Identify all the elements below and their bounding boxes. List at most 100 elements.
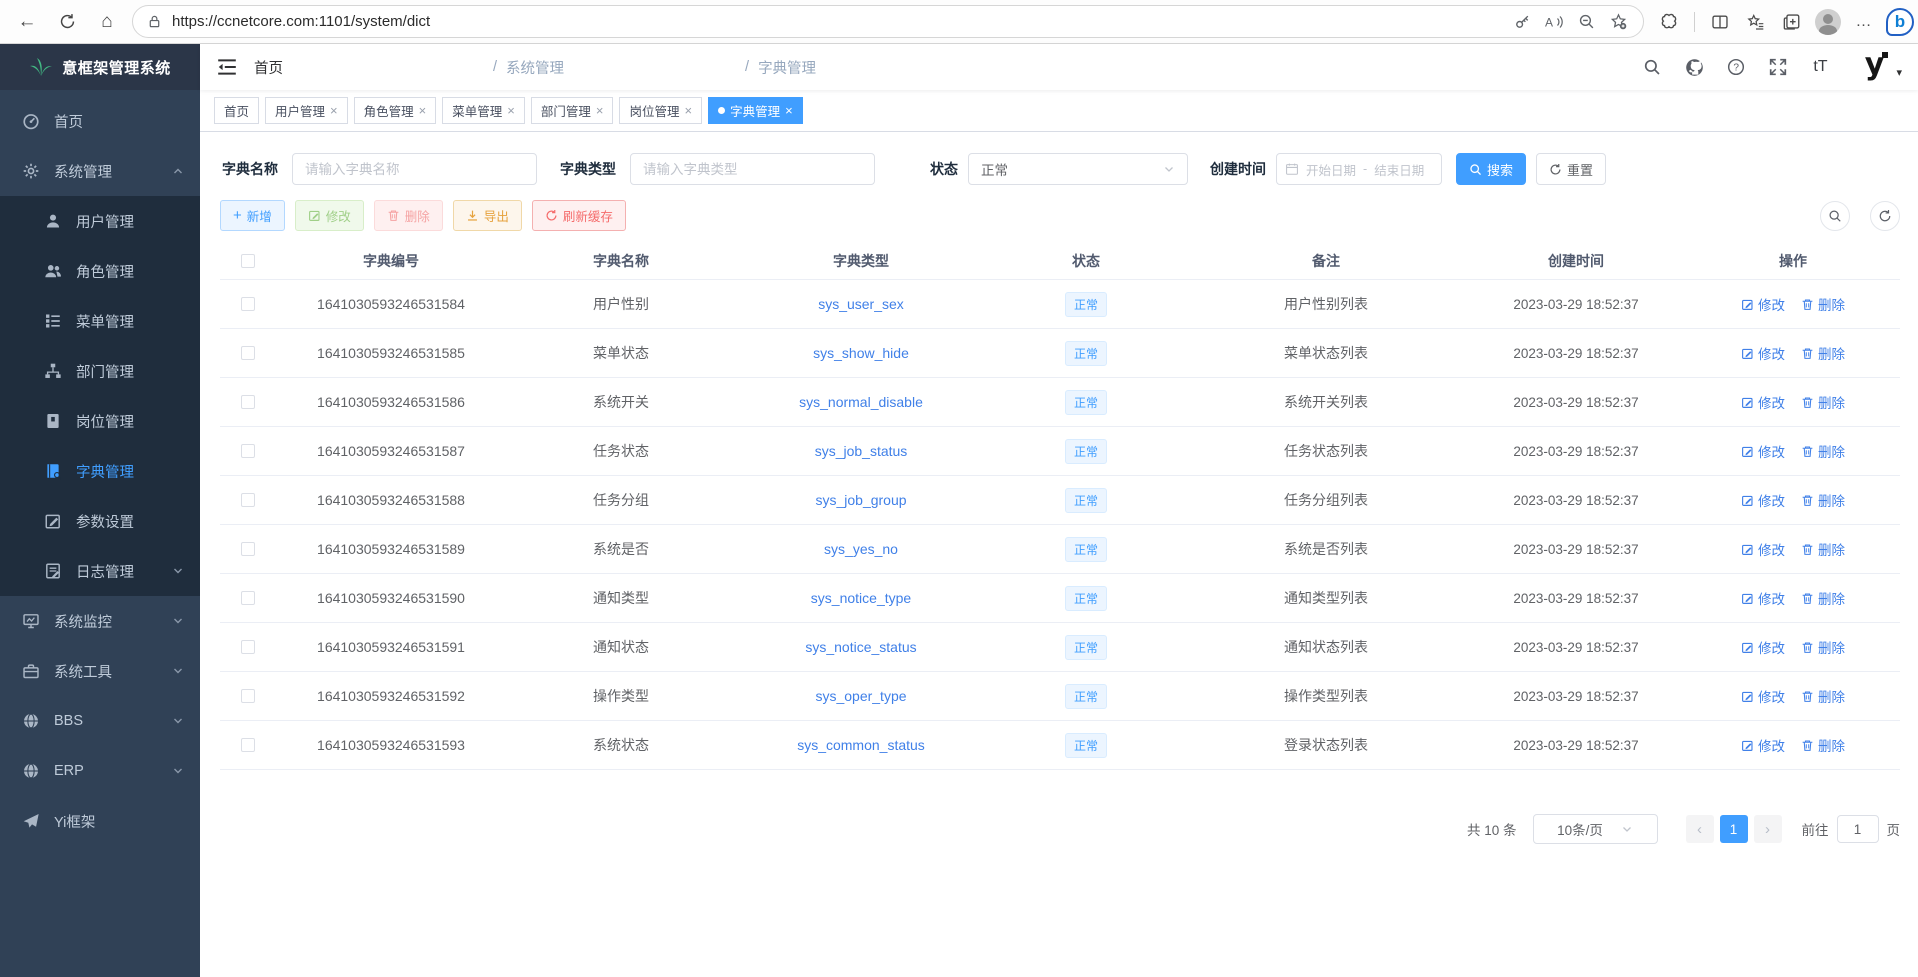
row-edit-link[interactable]: 修改 xyxy=(1741,441,1785,461)
close-icon[interactable]: × xyxy=(596,104,604,117)
start-date-placeholder[interactable]: 开始日期 xyxy=(1306,160,1356,179)
user-menu[interactable]: y ▾ xyxy=(1857,50,1902,84)
tab-dept-management[interactable]: 部门管理 × xyxy=(531,97,614,124)
fullscreen-button[interactable] xyxy=(1767,56,1789,78)
edit-button[interactable]: 修改 xyxy=(295,200,364,231)
row-checkbox[interactable] xyxy=(241,591,255,605)
sidebar-item-bbs[interactable]: BBS xyxy=(0,696,200,746)
sidebar-item-param-settings[interactable]: 参数设置 xyxy=(0,496,200,546)
sidebar-item-role-management[interactable]: 角色管理 xyxy=(0,246,200,296)
split-screen-icon[interactable] xyxy=(1705,5,1735,39)
export-button[interactable]: 导出 xyxy=(453,200,522,231)
dict-type-link[interactable]: sys_job_status xyxy=(815,443,908,459)
tab-role-management[interactable]: 角色管理 × xyxy=(354,97,437,124)
goto-page-input[interactable] xyxy=(1837,815,1879,843)
row-delete-link[interactable]: 删除 xyxy=(1801,637,1845,657)
toggle-search-button[interactable] xyxy=(1820,201,1850,231)
address-bar[interactable]: https://ccnetcore.com:1101/system/dict A xyxy=(132,5,1644,38)
status-select[interactable]: 正常 xyxy=(968,153,1188,185)
select-all-checkbox[interactable] xyxy=(241,254,255,268)
reset-button[interactable]: 重置 xyxy=(1536,153,1606,185)
dict-type-link[interactable]: sys_common_status xyxy=(797,737,925,753)
read-aloud-icon[interactable]: A xyxy=(1543,11,1565,33)
dict-type-input[interactable] xyxy=(630,153,875,185)
row-edit-link[interactable]: 修改 xyxy=(1741,637,1785,657)
row-delete-link[interactable]: 删除 xyxy=(1801,490,1845,510)
zoom-out-icon[interactable] xyxy=(1575,11,1597,33)
breadcrumb-home[interactable]: 首页 xyxy=(254,57,484,78)
close-icon[interactable]: × xyxy=(507,104,515,117)
close-icon[interactable]: × xyxy=(684,104,692,117)
browser-home-button[interactable]: ⌂ xyxy=(90,5,124,39)
row-edit-link[interactable]: 修改 xyxy=(1741,539,1785,559)
tab-user-management[interactable]: 用户管理 × xyxy=(265,97,348,124)
dict-type-link[interactable]: sys_job_group xyxy=(815,492,906,508)
browser-essentials-icon[interactable] xyxy=(1654,5,1684,39)
sidebar-item-log-management[interactable]: 日志管理 xyxy=(0,546,200,596)
sidebar-item-dict-management[interactable]: 字典管理 xyxy=(0,446,200,496)
add-favorite-icon[interactable] xyxy=(1607,11,1629,33)
add-button[interactable]: + 新增 xyxy=(220,200,285,231)
sidebar-item-dept-management[interactable]: 部门管理 xyxy=(0,346,200,396)
row-checkbox[interactable] xyxy=(241,297,255,311)
github-link-button[interactable] xyxy=(1683,56,1705,78)
browser-profile-avatar[interactable] xyxy=(1813,5,1843,39)
dict-type-link[interactable]: sys_normal_disable xyxy=(799,394,923,410)
close-icon[interactable]: × xyxy=(785,104,793,117)
search-button[interactable]: 搜索 xyxy=(1456,153,1526,185)
dict-name-input[interactable] xyxy=(292,153,537,185)
url-text[interactable]: https://ccnetcore.com:1101/system/dict xyxy=(172,13,430,30)
tab-dict-management[interactable]: 字典管理 × xyxy=(708,97,803,124)
browser-refresh-button[interactable] xyxy=(50,5,84,39)
sidebar-item-system-monitor[interactable]: 系统监控 xyxy=(0,596,200,646)
row-delete-link[interactable]: 删除 xyxy=(1801,392,1845,412)
row-checkbox[interactable] xyxy=(241,640,255,654)
sidebar-item-post-management[interactable]: 岗位管理 xyxy=(0,396,200,446)
page-size-select[interactable]: 10条/页 xyxy=(1533,814,1658,844)
sidebar-item-system-tools[interactable]: 系统工具 xyxy=(0,646,200,696)
row-edit-link[interactable]: 修改 xyxy=(1741,294,1785,314)
dict-type-link[interactable]: sys_yes_no xyxy=(824,541,898,557)
dict-type-link[interactable]: sys_oper_type xyxy=(815,688,906,704)
browser-back-button[interactable]: ← xyxy=(10,5,44,39)
header-search-button[interactable] xyxy=(1641,56,1663,78)
row-delete-link[interactable]: 删除 xyxy=(1801,539,1845,559)
row-edit-link[interactable]: 修改 xyxy=(1741,686,1785,706)
row-checkbox[interactable] xyxy=(241,444,255,458)
refresh-table-button[interactable] xyxy=(1870,201,1900,231)
row-edit-link[interactable]: 修改 xyxy=(1741,392,1785,412)
delete-button[interactable]: 删除 xyxy=(374,200,443,231)
end-date-placeholder[interactable]: 结束日期 xyxy=(1374,160,1424,179)
dict-type-link[interactable]: sys_show_hide xyxy=(813,345,909,361)
next-page-button[interactable]: › xyxy=(1754,815,1782,843)
close-icon[interactable]: × xyxy=(419,104,427,117)
sidebar-item-menu-management[interactable]: 菜单管理 xyxy=(0,296,200,346)
row-checkbox[interactable] xyxy=(241,395,255,409)
browser-menu-button[interactable]: … xyxy=(1849,5,1879,39)
tab-post-management[interactable]: 岗位管理 × xyxy=(619,97,702,124)
refresh-cache-button[interactable]: 刷新缓存 xyxy=(532,200,626,231)
row-edit-link[interactable]: 修改 xyxy=(1741,735,1785,755)
row-checkbox[interactable] xyxy=(241,542,255,556)
collections-icon[interactable] xyxy=(1777,5,1807,39)
sidebar-toggle-icon[interactable] xyxy=(216,56,238,78)
row-edit-link[interactable]: 修改 xyxy=(1741,588,1785,608)
current-page-button[interactable]: 1 xyxy=(1720,815,1748,843)
close-icon[interactable]: × xyxy=(330,104,338,117)
row-edit-link[interactable]: 修改 xyxy=(1741,343,1785,363)
sidebar-item-user-management[interactable]: 用户管理 xyxy=(0,196,200,246)
row-delete-link[interactable]: 删除 xyxy=(1801,686,1845,706)
row-edit-link[interactable]: 修改 xyxy=(1741,490,1785,510)
row-checkbox[interactable] xyxy=(241,689,255,703)
row-delete-link[interactable]: 删除 xyxy=(1801,735,1845,755)
password-key-icon[interactable] xyxy=(1511,11,1533,33)
dict-type-link[interactable]: sys_notice_status xyxy=(805,639,916,655)
sidebar-item-system-management[interactable]: 系统管理 xyxy=(0,146,200,196)
favorites-icon[interactable] xyxy=(1741,5,1771,39)
date-range-picker[interactable]: 开始日期 - 结束日期 xyxy=(1276,153,1442,185)
sidebar-item-erp[interactable]: ERP xyxy=(0,746,200,796)
tab-menu-management[interactable]: 菜单管理 × xyxy=(442,97,525,124)
app-logo[interactable]: 意框架管理系统 xyxy=(0,44,200,90)
row-delete-link[interactable]: 删除 xyxy=(1801,294,1845,314)
row-checkbox[interactable] xyxy=(241,346,255,360)
